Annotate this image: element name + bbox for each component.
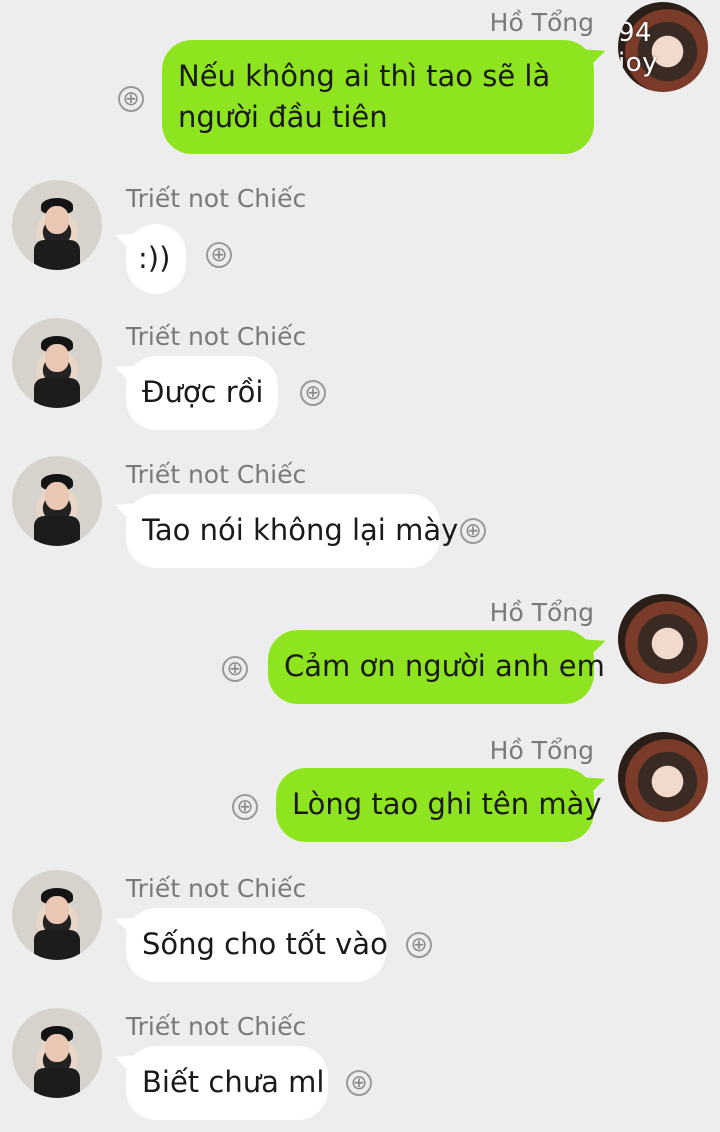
message-text: Sống cho tốt vào xyxy=(142,927,388,961)
avatar-shirt xyxy=(34,516,80,546)
sender-name: Triết not Chiếc xyxy=(126,322,307,351)
message-bubble[interactable]: Sống cho tốt vào xyxy=(126,908,388,982)
add-reaction-icon[interactable]: ⊕ xyxy=(222,656,248,682)
avatar-face xyxy=(45,1034,69,1062)
add-reaction-icon[interactable]: ⊕ xyxy=(300,380,326,406)
avatar-face xyxy=(45,896,69,924)
message-text: Biết chưa ml xyxy=(142,1065,325,1099)
sender-name: Hồ Tổng xyxy=(489,598,594,627)
sender-name: Hồ Tổng xyxy=(489,8,594,37)
message-bubble[interactable]: Tao nói không lại mày xyxy=(126,494,459,568)
message-bubble[interactable]: Được rồi xyxy=(126,356,278,430)
avatar[interactable] xyxy=(12,870,102,960)
avatar[interactable] xyxy=(12,180,102,270)
avatar[interactable] xyxy=(12,1008,102,1098)
add-reaction-icon[interactable]: ⊕ xyxy=(460,518,486,544)
add-reaction-icon[interactable]: ⊕ xyxy=(406,932,432,958)
message-text: Lòng tao ghi tên mày xyxy=(292,787,602,821)
sender-name: Triết not Chiếc xyxy=(126,460,307,489)
sender-name: Hồ Tổng xyxy=(489,736,594,765)
sender-name: Triết not Chiếc xyxy=(126,1012,307,1041)
avatar-shirt xyxy=(34,930,80,960)
avatar-caption: 94 joy xyxy=(618,18,659,78)
message-bubble[interactable]: Nếu không ai thì tao sẽ là người đầu tiê… xyxy=(162,40,594,154)
avatar-face xyxy=(45,482,69,510)
add-reaction-icon[interactable]: ⊕ xyxy=(206,242,232,268)
add-reaction-icon[interactable]: ⊕ xyxy=(118,86,144,112)
avatar-shirt xyxy=(34,378,80,408)
sender-name: Triết not Chiếc xyxy=(126,874,307,903)
message-bubble[interactable]: Lòng tao ghi tên mày xyxy=(276,768,602,842)
add-reaction-icon[interactable]: ⊕ xyxy=(346,1070,372,1096)
message-text: :)) xyxy=(138,241,171,275)
add-reaction-icon[interactable]: ⊕ xyxy=(232,794,258,820)
sender-name: Triết not Chiếc xyxy=(126,184,307,213)
avatar[interactable] xyxy=(618,732,708,822)
avatar-shirt xyxy=(34,240,80,270)
avatar[interactable] xyxy=(12,456,102,546)
message-bubble[interactable]: Biết chưa ml xyxy=(126,1046,328,1120)
avatar-face xyxy=(45,206,69,234)
avatar[interactable] xyxy=(618,594,708,684)
message-text: Tao nói không lại mày xyxy=(142,513,459,547)
avatar[interactable] xyxy=(12,318,102,408)
avatar-shirt xyxy=(34,1068,80,1098)
avatar-face xyxy=(45,344,69,372)
message-text: Được rồi xyxy=(142,375,264,409)
message-bubble[interactable]: Cảm ơn người anh em xyxy=(268,630,605,704)
message-text: Cảm ơn người anh em xyxy=(284,649,605,683)
message-bubble[interactable]: :)) xyxy=(126,224,186,294)
message-text-line: Nếu không ai thì tao sẽ là xyxy=(178,59,551,93)
message-text-line: người đầu tiên xyxy=(178,100,388,134)
avatar[interactable]: 94 joy xyxy=(618,2,708,92)
